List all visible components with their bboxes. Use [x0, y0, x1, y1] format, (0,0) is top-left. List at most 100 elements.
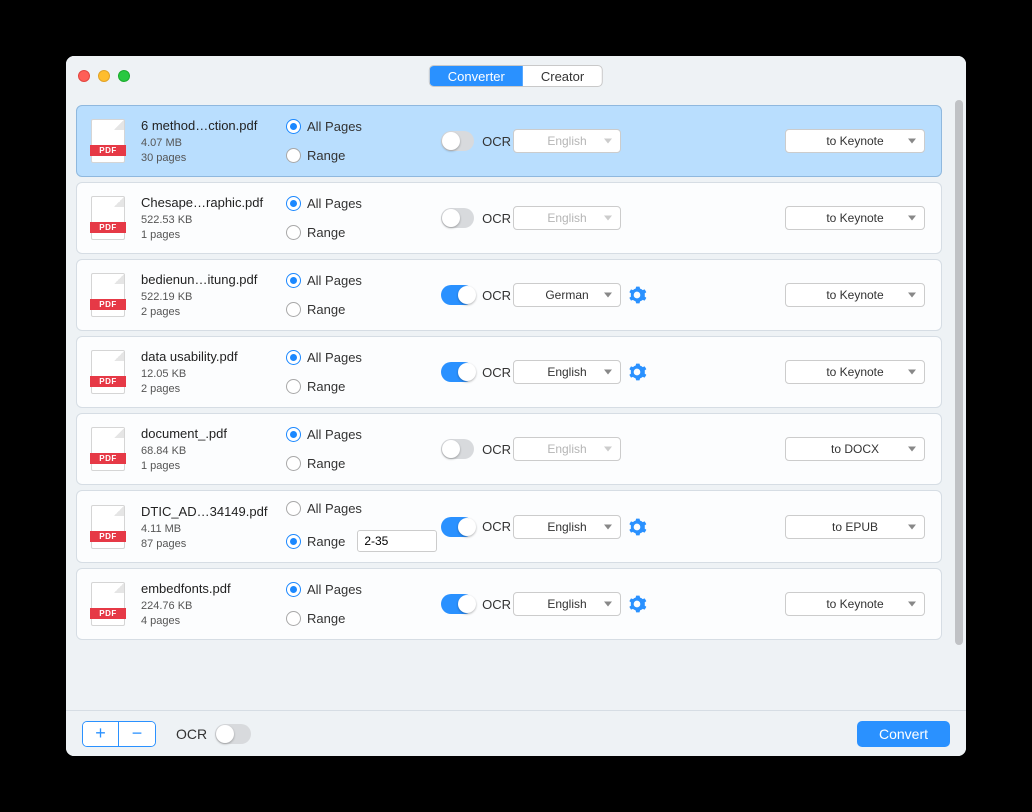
- file-row[interactable]: PDF DTIC_AD…34149.pdf 4.11 MB 87 pages A…: [76, 490, 942, 563]
- file-size: 522.19 KB: [141, 291, 286, 303]
- range-radio[interactable]: [286, 611, 301, 626]
- range-radio[interactable]: [286, 379, 301, 394]
- range-label: Range: [307, 456, 345, 471]
- ocr-toggle[interactable]: [441, 594, 474, 614]
- pdf-badge: PDF: [90, 222, 126, 233]
- output-format-select[interactable]: to Keynote: [785, 283, 925, 307]
- tab-creator[interactable]: Creator: [523, 66, 602, 86]
- file-list: PDF 6 method…ction.pdf 4.07 MB 30 pages …: [66, 96, 952, 710]
- file-info: bedienun…itung.pdf 522.19 KB 2 pages: [141, 272, 286, 318]
- ocr-block: OCR: [441, 131, 511, 151]
- file-name: document_.pdf: [141, 426, 286, 441]
- convert-button[interactable]: Convert: [857, 721, 950, 747]
- pdf-file-icon: PDF: [91, 350, 125, 394]
- footer-ocr-toggle[interactable]: [215, 724, 251, 744]
- add-file-button[interactable]: +: [83, 722, 119, 746]
- all-pages-radio[interactable]: [286, 427, 301, 442]
- pdf-badge: PDF: [90, 608, 126, 619]
- pdf-badge: PDF: [90, 376, 126, 387]
- file-row[interactable]: PDF Chesape…raphic.pdf 522.53 KB 1 pages…: [76, 182, 942, 254]
- all-pages-radio[interactable]: [286, 501, 301, 516]
- file-row[interactable]: PDF 6 method…ction.pdf 4.07 MB 30 pages …: [76, 105, 942, 177]
- range-radio[interactable]: [286, 225, 301, 240]
- pdf-file-icon: PDF: [91, 427, 125, 471]
- ocr-toggle[interactable]: [441, 517, 474, 537]
- file-size: 4.07 MB: [141, 137, 286, 149]
- language-select[interactable]: English: [513, 592, 621, 616]
- all-pages-label: All Pages: [307, 350, 362, 365]
- range-radio[interactable]: [286, 302, 301, 317]
- gear-icon[interactable]: [627, 594, 647, 614]
- language-select[interactable]: English: [513, 206, 621, 230]
- close-window-icon[interactable]: [78, 70, 90, 82]
- language-select[interactable]: English: [513, 360, 621, 384]
- tab-converter[interactable]: Converter: [430, 66, 523, 86]
- file-pages: 2 pages: [141, 383, 286, 395]
- all-pages-label: All Pages: [307, 582, 362, 597]
- file-row[interactable]: PDF embedfonts.pdf 224.76 KB 4 pages All…: [76, 568, 942, 640]
- gear-icon[interactable]: [627, 285, 647, 305]
- footer-ocr-group: OCR: [176, 724, 251, 744]
- minimize-window-icon[interactable]: [98, 70, 110, 82]
- output-format-select[interactable]: to Keynote: [785, 129, 925, 153]
- range-input[interactable]: [357, 530, 437, 552]
- language-select[interactable]: English: [513, 129, 621, 153]
- ocr-toggle[interactable]: [441, 208, 474, 228]
- output-format-select[interactable]: to DOCX: [785, 437, 925, 461]
- scrollbar-track[interactable]: [952, 96, 966, 710]
- gear-icon[interactable]: [627, 362, 647, 382]
- pdf-file-icon: PDF: [91, 196, 125, 240]
- ocr-toggle[interactable]: [441, 362, 474, 382]
- all-pages-label: All Pages: [307, 427, 362, 442]
- ocr-label: OCR: [482, 211, 511, 226]
- range-radio[interactable]: [286, 534, 301, 549]
- file-row[interactable]: PDF bedienun…itung.pdf 522.19 KB 2 pages…: [76, 259, 942, 331]
- page-range-group: All Pages Range: [286, 350, 441, 394]
- file-info: data usability.pdf 12.05 KB 2 pages: [141, 349, 286, 395]
- file-pages: 1 pages: [141, 460, 286, 472]
- file-row[interactable]: PDF data usability.pdf 12.05 KB 2 pages …: [76, 336, 942, 408]
- output-format-select[interactable]: to Keynote: [785, 592, 925, 616]
- pdf-badge: PDF: [90, 299, 126, 310]
- pdf-file-icon: PDF: [91, 273, 125, 317]
- all-pages-radio[interactable]: [286, 196, 301, 211]
- all-pages-label: All Pages: [307, 119, 362, 134]
- page-range-group: All Pages Range: [286, 501, 441, 552]
- fullscreen-window-icon[interactable]: [118, 70, 130, 82]
- mode-segmented-control: Converter Creator: [429, 65, 603, 87]
- file-row[interactable]: PDF document_.pdf 68.84 KB 1 pages All P…: [76, 413, 942, 485]
- range-radio[interactable]: [286, 456, 301, 471]
- ocr-block: OCR: [441, 439, 511, 459]
- language-select[interactable]: German: [513, 283, 621, 307]
- ocr-toggle[interactable]: [441, 285, 474, 305]
- language-select[interactable]: English: [513, 437, 621, 461]
- all-pages-radio[interactable]: [286, 273, 301, 288]
- file-info: Chesape…raphic.pdf 522.53 KB 1 pages: [141, 195, 286, 241]
- file-size: 12.05 KB: [141, 368, 286, 380]
- file-name: DTIC_AD…34149.pdf: [141, 504, 286, 519]
- output-format-select[interactable]: to EPUB: [785, 515, 925, 539]
- page-range-group: All Pages Range: [286, 273, 441, 317]
- all-pages-radio[interactable]: [286, 582, 301, 597]
- ocr-block: OCR: [441, 208, 511, 228]
- titlebar: Converter Creator: [66, 56, 966, 96]
- range-label: Range: [307, 534, 345, 549]
- file-name: 6 method…ction.pdf: [141, 118, 286, 133]
- language-select[interactable]: English: [513, 515, 621, 539]
- range-label: Range: [307, 225, 345, 240]
- file-pages: 30 pages: [141, 152, 286, 164]
- output-format-select[interactable]: to Keynote: [785, 206, 925, 230]
- ocr-toggle[interactable]: [441, 439, 474, 459]
- gear-icon[interactable]: [627, 517, 647, 537]
- range-label: Range: [307, 611, 345, 626]
- file-info: 6 method…ction.pdf 4.07 MB 30 pages: [141, 118, 286, 164]
- ocr-toggle[interactable]: [441, 131, 474, 151]
- range-radio[interactable]: [286, 148, 301, 163]
- output-format-select[interactable]: to Keynote: [785, 360, 925, 384]
- all-pages-radio[interactable]: [286, 350, 301, 365]
- all-pages-radio[interactable]: [286, 119, 301, 134]
- pdf-file-icon: PDF: [91, 505, 125, 549]
- remove-file-button[interactable]: −: [119, 722, 155, 746]
- file-pages: 87 pages: [141, 538, 286, 550]
- scrollbar-thumb[interactable]: [955, 100, 963, 645]
